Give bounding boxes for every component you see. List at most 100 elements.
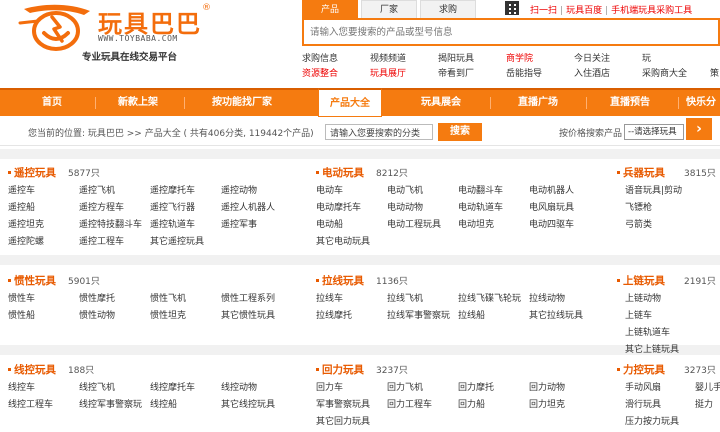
quick-link[interactable]: 帝看到厂 [438, 67, 506, 82]
category-item[interactable]: 惯性工程系列 [221, 293, 275, 305]
tab-products[interactable]: 产品 [302, 0, 358, 18]
search-input[interactable] [304, 20, 718, 44]
category-header[interactable]: 惯性玩具 [8, 274, 56, 288]
nav-find-by-function[interactable]: 按功能找厂家 [192, 90, 292, 116]
category-item[interactable]: 惯性坦克 [150, 310, 186, 322]
category-search-button[interactable]: 搜索 [438, 123, 482, 141]
mobile-tool-link[interactable]: 手机端玩具采购工具 [611, 6, 692, 16]
scan-link[interactable]: 扫一扫 [530, 6, 557, 16]
quick-link[interactable]: 揭阳玩具 [438, 52, 506, 67]
category-item[interactable]: 遥控陀螺 [8, 236, 44, 248]
category-item[interactable]: 回力车 [316, 382, 343, 394]
category-item[interactable]: 其它拉线玩具 [529, 310, 583, 322]
nav-happy-share[interactable]: 快乐分 [686, 90, 720, 116]
category-item[interactable]: 手动风扇 [625, 382, 661, 394]
quick-link[interactable]: 策 [710, 67, 720, 82]
category-item[interactable]: 拉线飞碟飞轮玩 [458, 293, 521, 305]
category-item[interactable]: 电风扇玩具 [529, 202, 574, 214]
category-item[interactable]: 压力按力玩具 [625, 416, 679, 428]
category-item[interactable]: 遥控飞行器 [150, 202, 195, 214]
category-item[interactable]: 拉线动物 [529, 293, 565, 305]
quick-link[interactable]: 视频频道 [370, 52, 438, 67]
category-item[interactable]: 其它电动玩具 [316, 236, 370, 248]
category-item[interactable]: 弓箭类 [625, 219, 652, 231]
category-header[interactable]: 遥控玩具 [8, 166, 56, 180]
category-item[interactable]: 上链动物 [625, 293, 661, 305]
category-item[interactable]: 电动工程玩具 [387, 219, 441, 231]
category-item[interactable]: 惯性车 [8, 293, 35, 305]
category-item[interactable]: 其它线控玩具 [221, 399, 275, 411]
category-item[interactable]: 遥控动物 [221, 185, 257, 197]
category-item[interactable]: 电动翻斗车 [458, 185, 503, 197]
category-header[interactable]: 兵器玩具 [617, 166, 665, 180]
category-header[interactable]: 线控玩具 [8, 363, 56, 377]
category-item[interactable]: 遥控军事 [221, 219, 257, 231]
category-item[interactable]: 惯性船 [8, 310, 35, 322]
quick-link[interactable]: 岳能指导 [506, 67, 574, 82]
category-header[interactable]: 上链玩具 [617, 274, 665, 288]
category-item[interactable]: 回力飞机 [387, 382, 423, 394]
category-item[interactable]: 其它回力玩具 [316, 416, 370, 428]
qr-code-icon[interactable] [505, 1, 519, 15]
category-item[interactable]: 飞镖枪 [625, 202, 652, 214]
quick-link[interactable]: 入住酒店 [574, 67, 642, 82]
category-header[interactable]: 力控玩具 [617, 363, 665, 377]
category-item[interactable]: 线控动物 [221, 382, 257, 394]
category-item[interactable]: 电动船 [316, 219, 343, 231]
category-item[interactable]: 电动四驱车 [529, 219, 574, 231]
toy-select[interactable]: --请选择玩具 [624, 124, 684, 140]
scroll-right-button[interactable]: › [686, 118, 712, 140]
tab-manufacturers[interactable]: 厂家 [361, 0, 417, 18]
category-item[interactable]: 电动动物 [387, 202, 423, 214]
quick-link[interactable]: 玩 [642, 52, 710, 67]
category-item[interactable]: 电动摩托车 [316, 202, 361, 214]
category-item[interactable]: 遥控工程车 [79, 236, 124, 248]
category-item[interactable]: 回力摩托 [458, 382, 494, 394]
category-item[interactable]: 挺力 [695, 399, 713, 411]
toy-baidu-link[interactable]: 玩具百度 [566, 6, 602, 16]
category-item[interactable]: 拉线摩托 [316, 310, 352, 322]
quick-link[interactable]: 资源整合 [302, 67, 370, 82]
category-item[interactable]: 其它上链玩具 [625, 344, 679, 356]
category-item[interactable]: 线控摩托车 [150, 382, 195, 394]
category-item[interactable]: 遥控特技翻斗车 [79, 219, 142, 231]
category-item[interactable]: 上链车 [625, 310, 652, 322]
nav-live-preview[interactable]: 直播预告 [592, 90, 668, 116]
category-item[interactable]: 线控工程车 [8, 399, 53, 411]
category-item[interactable]: 电动机器人 [529, 185, 574, 197]
category-item[interactable]: 遥控车 [8, 185, 35, 197]
category-item[interactable]: 线控船 [150, 399, 177, 411]
nav-toy-fair[interactable]: 玩具展会 [400, 90, 482, 116]
category-item[interactable]: 其它惯性玩具 [221, 310, 275, 322]
category-item[interactable]: 电动坦克 [458, 219, 494, 231]
category-search-input[interactable] [326, 125, 432, 139]
category-item[interactable]: 线控车 [8, 382, 35, 394]
category-item[interactable]: 遥控轨道车 [150, 219, 195, 231]
category-item[interactable]: 电动飞机 [387, 185, 423, 197]
category-item[interactable]: 惯性飞机 [150, 293, 186, 305]
site-logo[interactable]: 玩具巴巴 ® WWW.TOYBABA.COM 专业玩具在线交易平台 [14, 3, 224, 65]
category-item[interactable]: 电动车 [316, 185, 343, 197]
quick-link[interactable]: 求购信息 [302, 52, 370, 67]
category-item[interactable]: 回力动物 [529, 382, 565, 394]
category-header[interactable]: 回力玩具 [316, 363, 364, 377]
quick-link[interactable]: 玩具展厅 [370, 67, 438, 82]
category-item[interactable]: 军事警察玩具 [316, 399, 370, 411]
category-item[interactable]: 拉线船 [458, 310, 485, 322]
category-header[interactable]: 拉线玩具 [316, 274, 364, 288]
category-item[interactable]: 线控飞机 [79, 382, 115, 394]
category-item[interactable]: 回力船 [458, 399, 485, 411]
category-item[interactable]: 遥控摩托车 [150, 185, 195, 197]
category-item[interactable]: 遥控船 [8, 202, 35, 214]
category-item[interactable]: 语音玩具|剪动 [625, 185, 682, 197]
category-item[interactable]: 惯性动物 [79, 310, 115, 322]
nav-product-catalog[interactable]: 产品大全 [318, 88, 382, 117]
category-item[interactable]: 遥控方程车 [79, 202, 124, 214]
category-item[interactable]: 遥控人机器人 [221, 202, 275, 214]
tab-purchase[interactable]: 求购 [420, 0, 476, 18]
quick-link[interactable]: 采购商大全 [642, 67, 710, 82]
category-item[interactable]: 回力坦克 [529, 399, 565, 411]
category-item[interactable]: 上链轨道车 [625, 327, 670, 339]
quick-link[interactable]: 商学院 [506, 52, 574, 67]
nav-live-square[interactable]: 直播广场 [496, 90, 580, 116]
